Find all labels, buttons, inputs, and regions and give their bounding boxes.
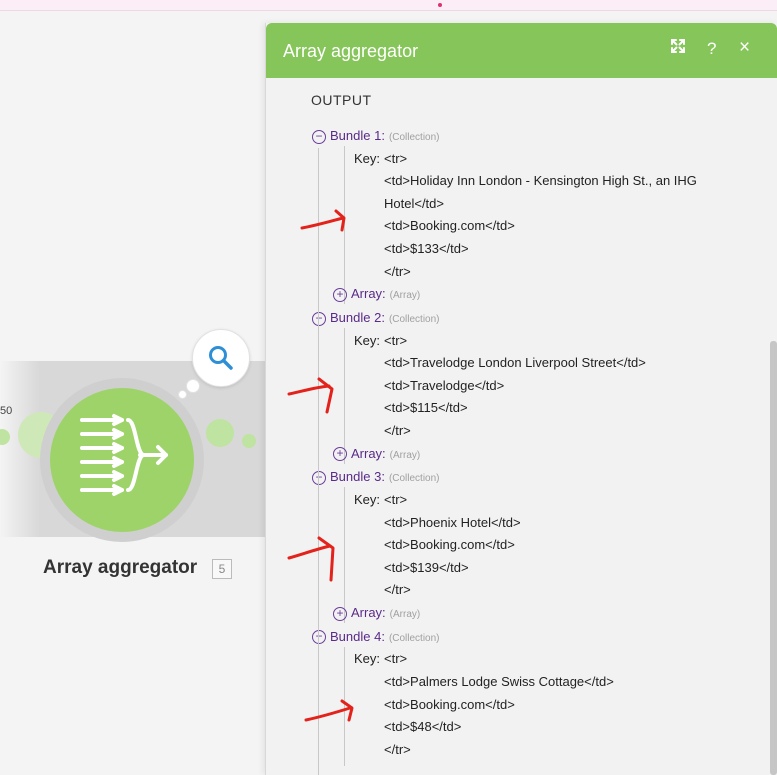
key-value-line: <td>Phoenix Hotel</td> (384, 514, 521, 530)
key-value-line: <tr> (384, 150, 408, 166)
collapse-icon[interactable]: − (312, 630, 326, 645)
route-number: 50 (0, 405, 13, 417)
key-value-line: <td>$133</td> (384, 241, 469, 256)
module-label: Array aggregator (43, 557, 198, 578)
key-value-line: Hotel</td> (384, 195, 444, 211)
bundle-label: Bundle 3: (330, 469, 385, 485)
array-type: (Array) (389, 290, 421, 302)
key-value-line: </tr> (384, 263, 411, 279)
panel-header: Array aggregator ? × (266, 23, 777, 78)
key-value-line: </tr> (384, 741, 411, 757)
key-value-line: <tr> (384, 332, 408, 348)
key-value-line: <td>Travelodge</td> (384, 377, 505, 393)
panel-title: Array aggregator (283, 41, 419, 61)
array-type: (Array) (389, 609, 421, 620)
collapse-icon[interactable]: − (312, 129, 326, 144)
key-label: Key: (354, 651, 381, 667)
bubble-tail (186, 379, 200, 393)
array-label: Array: (351, 605, 386, 620)
bundle-type: (Collection) (388, 632, 440, 644)
array-aggregator-module[interactable] (50, 388, 194, 532)
key-label: Key: (354, 150, 381, 166)
bundle-row[interactable]: − Bundle 1: (Collection) (312, 128, 440, 144)
key-value-line: <tr> (384, 651, 408, 667)
key-label: Key: (354, 332, 381, 348)
key-value-line: <td>Travelodge London Liverpool Street</… (384, 355, 646, 371)
bundle-row[interactable]: − Bundle 3: (Collection) (312, 469, 440, 485)
search-icon (209, 346, 233, 370)
tree-guide-line (318, 148, 319, 775)
bundle-type: (Collection) (388, 314, 440, 325)
module-id-badge: 5 (212, 559, 232, 579)
key-value-line: <td>Holiday Inn London - Kensington High… (384, 173, 697, 189)
annotation-arrow (287, 536, 335, 582)
bundle-type: (Collection) (388, 473, 440, 485)
expand-icon[interactable]: + (333, 447, 347, 462)
output-body[interactable]: OUTPUT − Bundle 1: (Collection) Key: <tr> <td… (266, 78, 777, 775)
expand-icon (671, 39, 685, 53)
annotation-arrow (300, 209, 346, 232)
key-value-line: <td>Booking.com</td> (384, 696, 515, 712)
key-label: Key: (354, 492, 381, 507)
close-button[interactable]: × (739, 37, 750, 59)
help-button[interactable]: ? (707, 39, 716, 59)
expand-icon[interactable]: + (333, 606, 347, 621)
key-value-line: <td>Palmers Lodge Swiss Cottage</td> (384, 674, 614, 689)
bundle-label: Bundle 1: (330, 128, 385, 143)
key-value-line: <td>Booking.com</td> (384, 537, 515, 553)
top-bar (0, 0, 777, 11)
key-value-line: <td>Booking.com</td> (384, 218, 515, 234)
array-label: Array: (351, 286, 386, 302)
collapse-icon[interactable]: − (312, 470, 326, 485)
annotation-arrow (304, 699, 354, 722)
bubble-tail (178, 390, 187, 399)
key-value-line: </tr> (384, 423, 411, 438)
collapse-icon[interactable]: − (312, 311, 326, 326)
key-value-line: </tr> (384, 582, 411, 598)
key-value-line: <td>$139</td> (384, 559, 469, 575)
status-dot (438, 3, 442, 7)
bundle-type: (Collection) (388, 132, 440, 143)
connector-bubble (206, 419, 234, 447)
key-value-line: <td>$115</td> (384, 400, 468, 416)
bundle-label: Bundle 2: (330, 310, 385, 325)
expand-icon[interactable]: + (333, 287, 347, 302)
array-row[interactable]: + Array: (Array) (333, 446, 420, 462)
bundle-label: Bundle 4: (330, 628, 385, 644)
array-row[interactable]: + Array: (Array) (333, 605, 420, 621)
annotation-arrow (287, 377, 334, 414)
key-value-line: <td>$48</td> (384, 719, 462, 735)
key-value-line: <tr> (384, 492, 408, 507)
aggregator-icon (80, 414, 168, 496)
array-row[interactable]: + Array: (Array) (333, 286, 420, 302)
bundle-row[interactable]: − Bundle 4: (Collection) (312, 629, 440, 645)
bundle-row[interactable]: − Bundle 2: (Collection) (312, 310, 440, 326)
connector-bubble (242, 434, 256, 448)
output-section-title: OUTPUT (311, 92, 372, 108)
array-type: (Array) (389, 449, 421, 461)
array-label: Array: (351, 445, 386, 461)
inspect-output-button[interactable] (192, 329, 250, 387)
scrollbar[interactable] (770, 341, 777, 775)
expand-button[interactable] (670, 38, 686, 59)
